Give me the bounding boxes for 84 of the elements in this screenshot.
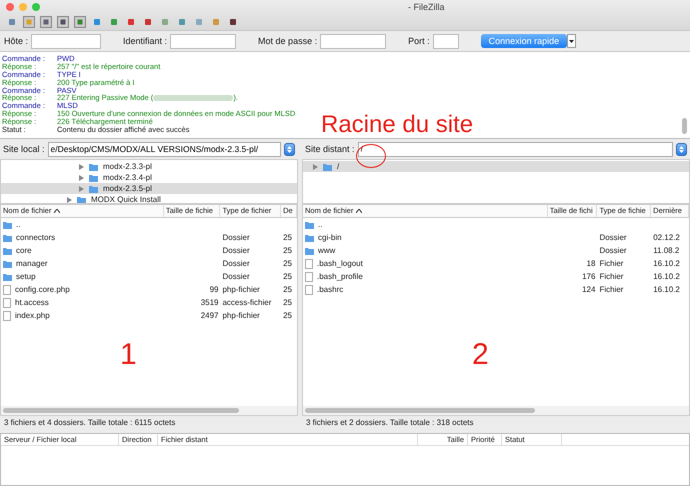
scrollbar-thumb[interactable]	[305, 408, 535, 413]
stepper-icon[interactable]	[284, 142, 295, 156]
file-name-cell: www	[303, 246, 548, 255]
file-name-cell: ..	[303, 220, 548, 229]
file-type-cell-text: php-fichier	[221, 285, 261, 294]
file-name-cell: ..	[1, 220, 164, 229]
file-name-cell: manager	[1, 259, 164, 268]
file-type-cell-text: access-fichier	[221, 298, 272, 307]
stepper-icon[interactable]	[676, 142, 687, 156]
zoom-button[interactable]	[32, 2, 40, 10]
site-label: Site local :	[3, 144, 45, 154]
toolbar-icon[interactable]	[57, 16, 69, 28]
field-label: Identifiant :	[123, 36, 168, 46]
folder-icon	[323, 162, 332, 170]
status-text: 3 fichiers et 2 dossiers. Taille totale : 318 octets	[305, 417, 474, 429]
file-size-cell-text: 124	[581, 285, 596, 294]
input-field[interactable]	[320, 34, 386, 48]
file-type-cell-text: Fichier	[598, 285, 624, 294]
file-name-cell: connectors	[1, 233, 164, 242]
toolbar-icon[interactable]	[74, 16, 86, 28]
tree-item[interactable]: modx-2.3.4-pl	[1, 172, 297, 183]
file-date-cell-text: 25	[282, 311, 293, 320]
file-date-cell-text: 11.08.2	[652, 246, 680, 255]
file-type-cell-text: Dossier	[598, 233, 628, 242]
file-name-cell: .bash_logout	[303, 258, 548, 268]
file-date-cell-text: 25	[282, 298, 293, 307]
field-label: Hôte :	[4, 36, 28, 46]
file-date-cell-text: 25	[282, 285, 293, 294]
file-name-cell: ht.access	[1, 298, 164, 308]
file-type-cell-text: Dossier	[221, 272, 251, 281]
file-name-cell: config.core.php	[1, 284, 164, 294]
file-type-cell-text: Fichier	[598, 259, 624, 268]
annotation-caption: Racine du site	[321, 111, 474, 139]
annotation-circle	[356, 144, 386, 168]
file-date-cell-text: 25	[282, 246, 293, 255]
file-type-cell-text: Fichier	[598, 272, 624, 281]
file-type-cell-text: Dossier	[221, 246, 251, 255]
tree-item[interactable]: /	[303, 161, 689, 172]
file-date-cell-text: 16.10.2	[652, 272, 681, 281]
expand-arrow-icon[interactable]	[67, 196, 72, 202]
sort-caret-icon[interactable]	[54, 209, 60, 213]
file-date-cell-text: 02.12.2	[652, 233, 681, 242]
file-size-cell-text: 18	[586, 259, 596, 268]
file-name-cell: core	[1, 246, 164, 255]
field-label: Port :	[408, 36, 430, 46]
tree-item[interactable]: modx-2.3.3-pl	[1, 161, 297, 172]
file-size-cell-text: 3519	[200, 298, 220, 307]
caret-icon	[569, 40, 574, 42]
file-size-cell-text: 99	[208, 285, 220, 294]
input-field[interactable]	[31, 34, 102, 48]
file-date-cell-text: 16.10.2	[652, 285, 681, 294]
file-date-cell-text: 16.10.2	[652, 259, 681, 268]
site-label: Site distant :	[305, 144, 355, 154]
file-type-cell-text: php-fichier	[221, 311, 261, 320]
file-name-cell: .bash_profile	[303, 272, 548, 282]
tree-item[interactable]: modx-2.3.5-pl	[1, 183, 297, 194]
input-field[interactable]	[432, 34, 459, 48]
field-label: Mot de passe :	[258, 36, 318, 46]
file-type-cell-text: Dossier	[598, 246, 628, 255]
scrollbar-thumb[interactable]	[3, 408, 239, 413]
minimize-button[interactable]	[19, 2, 27, 10]
file-name-cell: index.php	[1, 310, 164, 320]
input-field[interactable]	[170, 34, 236, 48]
file-date-cell-text: 25	[282, 272, 293, 281]
file-name-cell: cgi-bin	[303, 233, 548, 242]
path-field[interactable]: e/Desktop/CMS/MODX/ALL VERSIONS/modx-2.3.5-pl/	[48, 142, 281, 156]
status-text: 3 fichiers et 4 dossiers. Taille totale : 6115 octets	[3, 417, 176, 429]
file-name-cell: .bashrc	[303, 284, 548, 294]
file-type-cell-text: Dossier	[221, 259, 251, 268]
file-size-cell-text: 176	[581, 272, 596, 281]
dropdown-button[interactable]	[567, 34, 576, 48]
scrollbar-thumb[interactable]	[682, 118, 687, 134]
file-size-cell-text: 2497	[200, 311, 220, 320]
file-name-cell: setup	[1, 272, 164, 281]
file-date-cell-text: 25	[282, 259, 293, 268]
toolbar-icon[interactable]	[40, 16, 52, 28]
sort-caret-icon[interactable]	[356, 209, 362, 213]
annotation-number: 1	[120, 338, 137, 372]
file-type-cell-text: Dossier	[221, 233, 251, 242]
file-date-cell-text: 25	[282, 233, 293, 242]
close-button[interactable]	[6, 2, 14, 10]
annotation-number: 2	[472, 338, 489, 372]
window-title: - FileZilla	[408, 2, 445, 12]
expand-arrow-icon[interactable]	[313, 164, 318, 170]
